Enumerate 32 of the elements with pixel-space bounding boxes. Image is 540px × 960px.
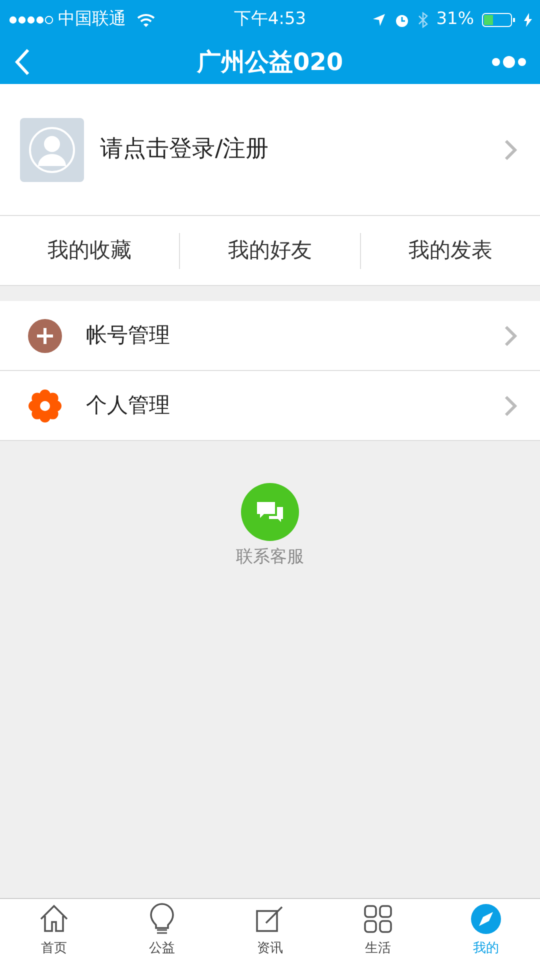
tab-item[interactable]: 公益	[108, 899, 216, 960]
chevron-icon	[504, 138, 518, 160]
tab-item[interactable]: 生活	[324, 899, 432, 960]
shortcut-button[interactable]: 我的好友	[180, 234, 360, 268]
menu-item[interactable]: 个人管理	[0, 371, 540, 441]
menu-item[interactable]: 帐号管理	[0, 301, 540, 371]
tab-item[interactable]: 首页	[0, 899, 108, 960]
tab-item[interactable]: 资讯	[216, 899, 324, 960]
status-time: 下午4:53	[234, 8, 306, 32]
more-icon[interactable]	[492, 55, 526, 69]
battery-percent: 31%	[436, 8, 474, 32]
chevron-icon	[504, 324, 518, 346]
wifi-icon	[136, 12, 156, 28]
location-icon	[372, 13, 386, 27]
chevron-icon	[504, 394, 518, 416]
bluetooth-icon	[418, 12, 428, 28]
compass-icon	[470, 903, 502, 935]
page-title: 广州公益020	[196, 47, 344, 78]
back-icon	[14, 48, 30, 76]
home-icon	[38, 903, 70, 935]
alarm-icon	[394, 12, 410, 28]
back-button[interactable]	[14, 48, 30, 76]
avatar-icon	[20, 118, 84, 182]
grid-icon	[362, 903, 394, 935]
shortcut-button[interactable]: 我的发表	[360, 234, 540, 268]
charging-icon	[524, 13, 532, 27]
shortcut-button[interactable]: 我的收藏	[0, 234, 180, 268]
carrier-name: 中国联通	[58, 8, 126, 32]
login-prompt[interactable]: 请点击登录/注册	[100, 132, 269, 167]
signal-icon	[8, 13, 54, 27]
battery-icon	[482, 12, 516, 28]
chat-icon[interactable]	[241, 483, 299, 541]
